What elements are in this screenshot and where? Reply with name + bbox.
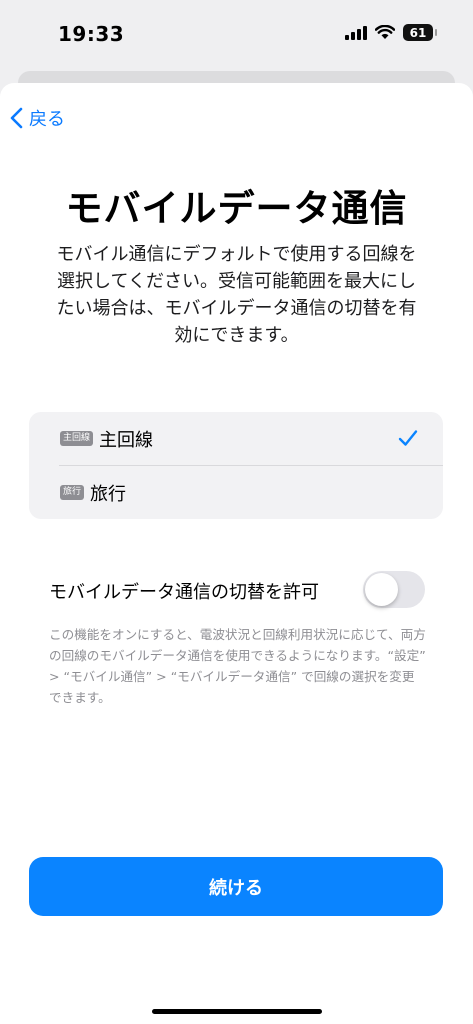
data-switching-label: モバイルデータ通信の切替を許可 [49,582,319,603]
line-label: 主回線 [99,429,154,451]
chevron-left-icon [10,107,23,129]
status-time: 19:33 [58,22,125,46]
data-switching-row: モバイルデータ通信の切替を許可 [49,571,425,611]
line-badge: 主回線 [60,431,94,446]
data-switching-toggle[interactable] [363,571,425,608]
battery-level: 61 [409,25,427,40]
continue-button[interactable]: 続ける [29,857,443,916]
line-label: 旅行 [90,483,127,505]
line-badge: 旅行 [60,485,85,500]
line-option-primary[interactable]: 主回線 主回線 [29,412,443,465]
checkmark-icon [398,430,418,446]
cellular-signal-icon [345,25,367,40]
data-switching-footnote: この機能をオンにすると、電波状況と回線利用状況に応じて、両方の回線のモバイルデー… [49,627,426,705]
toggle-knob [365,573,398,606]
wifi-icon [375,25,395,39]
battery-icon: 61 [403,24,437,41]
line-selection-list: 主回線 主回線 旅行 旅行 [29,412,443,519]
status-bar: 19:33 61 [0,0,473,70]
status-icons: 61 [345,24,437,41]
page-description: モバイル通信にデフォルトで使用する回線を選択してください。受信可能範囲を最大にし… [56,244,417,346]
back-button-label: 戻る [29,109,65,130]
back-button[interactable]: 戻る [10,105,65,131]
home-indicator [152,1009,322,1014]
page-title: モバイルデータ通信 [65,187,408,230]
line-option-travel[interactable]: 旅行 旅行 [29,466,443,519]
modal-sheet: 戻る モバイルデータ通信 モバイル通信にデフォルトで使用する回線を選択してくださ… [0,83,473,1024]
